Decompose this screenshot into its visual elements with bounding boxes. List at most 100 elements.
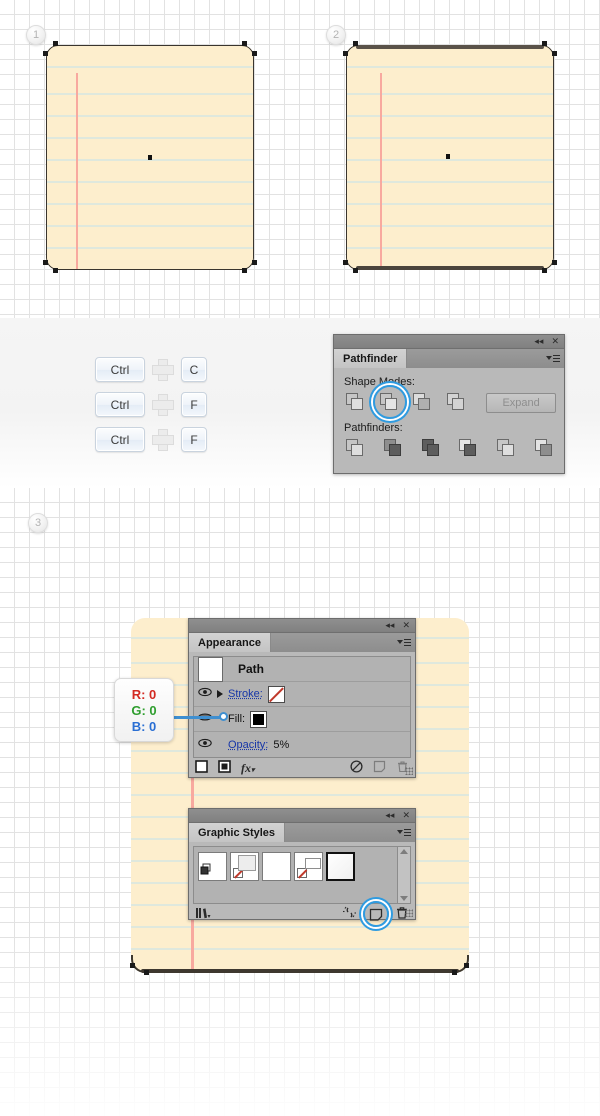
panel-resize-grip[interactable] — [405, 767, 413, 775]
shortcut-row: Ctrl C — [95, 352, 207, 387]
key-c[interactable]: C — [181, 357, 207, 382]
anchor-point[interactable] — [242, 268, 247, 273]
styles-library-menu-icon[interactable] — [195, 907, 211, 922]
expand-triangle-icon[interactable] — [217, 690, 223, 698]
close-icon[interactable]: ✕ — [402, 811, 410, 820]
shape-mode-exclude-icon[interactable] — [446, 393, 464, 413]
collapse-icon[interactable]: ◂◂ — [385, 811, 394, 820]
anchor-point[interactable] — [343, 260, 348, 265]
shape-modes-label: Shape Modes: — [344, 376, 415, 388]
rgb-value-callout: R: 0 G: 0 B: 0 — [114, 678, 174, 742]
pathfinder-outline-icon[interactable] — [497, 439, 518, 459]
anchor-point[interactable] — [252, 51, 257, 56]
paper-path-outline — [346, 45, 554, 270]
anchor-point[interactable] — [542, 268, 547, 273]
anchor-point[interactable] — [353, 268, 358, 273]
plus-icon — [151, 358, 175, 382]
pathfinder-minus-back-icon[interactable] — [535, 439, 556, 459]
shape-mode-intersect-icon[interactable] — [413, 393, 431, 413]
anchor-point[interactable] — [242, 41, 247, 46]
anchor-point[interactable] — [252, 260, 257, 265]
collapse-icon[interactable]: ◂◂ — [385, 621, 394, 630]
graphic-styles-grid — [193, 846, 411, 904]
appearance-row-opacity[interactable]: Opacity: 5% — [194, 732, 410, 757]
graphic-styles-items — [194, 847, 397, 903]
graphic-styles-scrollbar[interactable] — [397, 847, 410, 903]
anchor-point[interactable] — [343, 51, 348, 56]
notepaper-shape-step2[interactable] — [346, 45, 554, 270]
visibility-eye-icon[interactable] — [198, 738, 212, 752]
visibility-eye-icon[interactable] — [198, 712, 212, 726]
rgb-blue-label: B: 0 — [131, 718, 157, 734]
anchor-point[interactable] — [144, 970, 149, 975]
anchor-point[interactable] — [43, 260, 48, 265]
graphic-styles-footer — [189, 900, 415, 927]
stroke-swatch-none[interactable] — [267, 685, 285, 703]
add-new-fill-icon[interactable] — [218, 760, 231, 776]
fill-label[interactable]: Fill: — [228, 713, 245, 725]
pathfinder-divide-icon[interactable] — [346, 439, 367, 459]
plus-icon — [151, 393, 175, 417]
anchor-point[interactable] — [353, 41, 358, 46]
panel-titlebar: ◂◂ ✕ — [189, 619, 415, 633]
anchor-point[interactable] — [452, 970, 457, 975]
shadow-preview — [238, 855, 256, 871]
key-f[interactable]: F — [181, 392, 207, 417]
pathfinder-crop-icon[interactable] — [459, 439, 480, 459]
break-link-to-style-icon[interactable] — [342, 906, 357, 922]
key-f[interactable]: F — [181, 427, 207, 452]
shortcut-row: Ctrl F — [95, 422, 207, 457]
shape-mode-unite-icon[interactable] — [346, 393, 363, 413]
anchor-point[interactable] — [464, 963, 469, 968]
add-new-effect-icon[interactable]: fx▾ — [241, 761, 255, 776]
graphic-styles-panel[interactable]: ◂◂ ✕ Graphic Styles — [188, 808, 416, 927]
anchor-point[interactable] — [43, 51, 48, 56]
graphic-style-thumb[interactable] — [262, 852, 291, 881]
add-new-stroke-icon[interactable] — [195, 760, 208, 776]
anchor-point[interactable] — [130, 963, 135, 968]
anchor-point[interactable] — [542, 41, 547, 46]
collapse-icon[interactable]: ◂◂ — [534, 337, 543, 346]
duplicate-item-icon[interactable] — [373, 760, 386, 776]
clear-appearance-icon[interactable] — [350, 760, 363, 776]
panel-titlebar: ◂◂ ✕ — [189, 809, 415, 823]
panel-resize-grip[interactable] — [405, 909, 413, 917]
expand-button[interactable]: Expand — [486, 393, 556, 413]
panel-menu-icon[interactable] — [397, 637, 411, 647]
appearance-row-stroke[interactable]: Stroke: — [194, 682, 410, 707]
pathfinder-trim-icon[interactable] — [383, 439, 405, 459]
close-icon[interactable]: ✕ — [551, 337, 559, 346]
fill-swatch-black[interactable] — [250, 710, 268, 728]
graphic-style-thumb[interactable] — [230, 852, 259, 881]
tab-pathfinder[interactable]: Pathfinder — [334, 349, 408, 368]
panel-menu-icon[interactable] — [546, 353, 560, 363]
anchor-point[interactable] — [53, 41, 58, 46]
tabbar-filler — [407, 349, 564, 368]
graphic-style-thumb-selected[interactable] — [326, 852, 355, 881]
key-ctrl[interactable]: Ctrl — [95, 427, 145, 452]
step-badge-1: 1 — [26, 25, 46, 45]
tab-graphic-styles[interactable]: Graphic Styles — [189, 823, 286, 842]
anchor-point[interactable] — [53, 268, 58, 273]
graphic-style-thumb[interactable] — [294, 852, 323, 881]
graphic-style-thumb[interactable] — [198, 852, 227, 881]
visibility-eye-icon[interactable] — [198, 687, 212, 701]
panel-menu-icon[interactable] — [397, 827, 411, 837]
stroke-label[interactable]: Stroke: — [228, 688, 263, 700]
appearance-panel[interactable]: ◂◂ ✕ Appearance Path Stroke: Fill: Opaci… — [188, 618, 416, 778]
pathfinder-panel[interactable]: ◂◂ ✕ Pathfinder Shape Modes: Expand Path… — [333, 334, 565, 474]
key-ctrl[interactable]: Ctrl — [95, 357, 145, 382]
anchor-point[interactable] — [552, 51, 557, 56]
scroll-down-icon[interactable] — [400, 896, 408, 901]
anchor-point[interactable] — [552, 260, 557, 265]
tab-appearance[interactable]: Appearance — [189, 633, 271, 652]
appearance-target-row[interactable]: Path — [194, 656, 410, 682]
close-icon[interactable]: ✕ — [402, 621, 410, 630]
appearance-thumbnail — [198, 656, 223, 682]
shape-mode-minus-front-icon[interactable] — [372, 385, 407, 419]
new-graphic-style-button[interactable] — [363, 900, 389, 927]
scroll-up-icon[interactable] — [400, 849, 408, 854]
pathfinder-merge-icon[interactable] — [421, 439, 443, 459]
key-ctrl[interactable]: Ctrl — [95, 392, 145, 417]
opacity-label[interactable]: Opacity: — [228, 739, 268, 751]
